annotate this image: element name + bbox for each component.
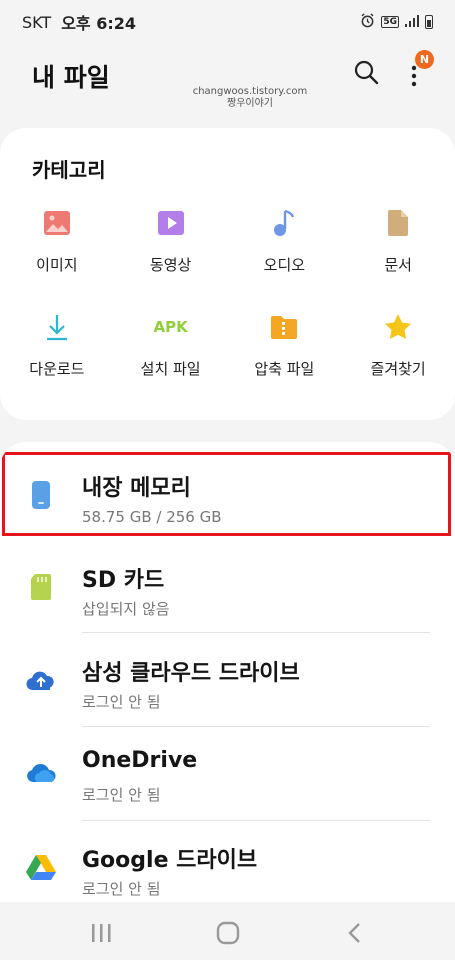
category-install-files[interactable]: APK 설치 파일 [114, 304, 228, 408]
samsung-cloud-icon [24, 663, 58, 697]
zip-folder-icon [267, 310, 301, 344]
carrier-label: SKT [22, 12, 52, 32]
category-label: 설치 파일 [140, 360, 201, 378]
divider [82, 726, 430, 727]
category-downloads[interactable]: 다운로드 [0, 304, 114, 408]
storage-name: OneDrive [82, 748, 198, 773]
highlight-box [2, 452, 451, 536]
divider [82, 820, 430, 821]
category-images[interactable]: 이미지 [0, 200, 114, 304]
category-title: 카테고리 [32, 158, 106, 182]
back-button[interactable] [340, 918, 370, 948]
watermark-url: changwoos.tistory.com [192, 86, 308, 97]
recent-apps-icon [92, 924, 111, 942]
category-documents[interactable]: 문서 [341, 200, 455, 304]
clock: 오후 6:24 [61, 14, 136, 33]
storage-name: Google 드라이브 [82, 848, 258, 873]
watermark-name: 짱우이야기 [227, 98, 273, 109]
category-label: 압축 파일 [254, 360, 315, 378]
apk-icon-text: APK [153, 318, 188, 336]
category-card: 카테고리 이미지 동영상 오디오 문서 다운로드 APK 설치 파일 압축 파일… [0, 128, 455, 420]
category-grid: 이미지 동영상 오디오 문서 다운로드 APK 설치 파일 압축 파일 즐겨찾기 [0, 200, 455, 408]
category-label: 오디오 [263, 256, 306, 274]
category-videos[interactable]: 동영상 [114, 200, 228, 304]
storage-status: 로그인 안 됨 [82, 786, 161, 804]
storage-status: 로그인 안 됨 [82, 693, 161, 711]
network-label: 5G [381, 16, 399, 28]
alarm-icon [360, 13, 375, 31]
video-icon [154, 206, 188, 240]
navigation-bar [0, 902, 455, 960]
download-icon [40, 310, 74, 344]
storage-item-onedrive[interactable]: OneDrive 로그인 안 됨 [0, 728, 455, 820]
storage-status: 로그인 안 됨 [82, 880, 161, 898]
home-button[interactable] [213, 918, 243, 948]
category-label: 다운로드 [29, 360, 85, 378]
recent-apps-button[interactable] [86, 918, 116, 948]
home-icon [216, 921, 240, 945]
sd-card-icon [24, 570, 58, 604]
notification-badge: N [415, 50, 434, 69]
storage-item-samsung-cloud[interactable]: 삼성 클라우드 드라이브 로그인 안 됨 [0, 635, 455, 727]
storage-item-sd-card[interactable]: SD 카드 삽입되지 않음 [0, 542, 455, 634]
category-label: 이미지 [36, 256, 78, 274]
storage-name: 삼성 클라우드 드라이브 [82, 661, 300, 686]
google-drive-icon [24, 850, 58, 884]
storage-status: 삽입되지 않음 [82, 600, 170, 618]
music-note-icon [267, 206, 301, 240]
apk-icon: APK [154, 310, 188, 344]
star-icon [381, 310, 415, 344]
back-icon [348, 923, 360, 943]
search-icon [354, 60, 379, 85]
battery-icon [425, 15, 433, 29]
category-compressed[interactable]: 압축 파일 [228, 304, 342, 408]
category-audio[interactable]: 오디오 [228, 200, 342, 304]
onedrive-icon [24, 756, 58, 790]
app-header: 내 파일 N changwoos.tistory.com 짱우이야기 [0, 44, 455, 124]
page-title: 내 파일 [32, 63, 110, 92]
watermark: changwoos.tistory.com 짱우이야기 [190, 86, 310, 110]
divider [82, 632, 430, 633]
storage-name: SD 카드 [82, 568, 165, 593]
category-label: 문서 [384, 256, 412, 274]
category-label: 즐겨찾기 [370, 360, 426, 378]
image-icon [40, 206, 74, 240]
document-icon [381, 206, 415, 240]
signal-icon [405, 14, 419, 30]
category-favorites[interactable]: 즐겨찾기 [341, 304, 455, 408]
storage-item-google-drive[interactable]: Google 드라이브 로그인 안 됨 [0, 822, 455, 902]
status-bar: SKT 오후 6:24 5G [0, 0, 455, 44]
storage-list: 내장 메모리 58.75 GB / 256 GB SD 카드 삽입되지 않음 삼… [0, 442, 455, 902]
category-label: 동영상 [149, 256, 192, 274]
search-button[interactable] [352, 58, 382, 88]
